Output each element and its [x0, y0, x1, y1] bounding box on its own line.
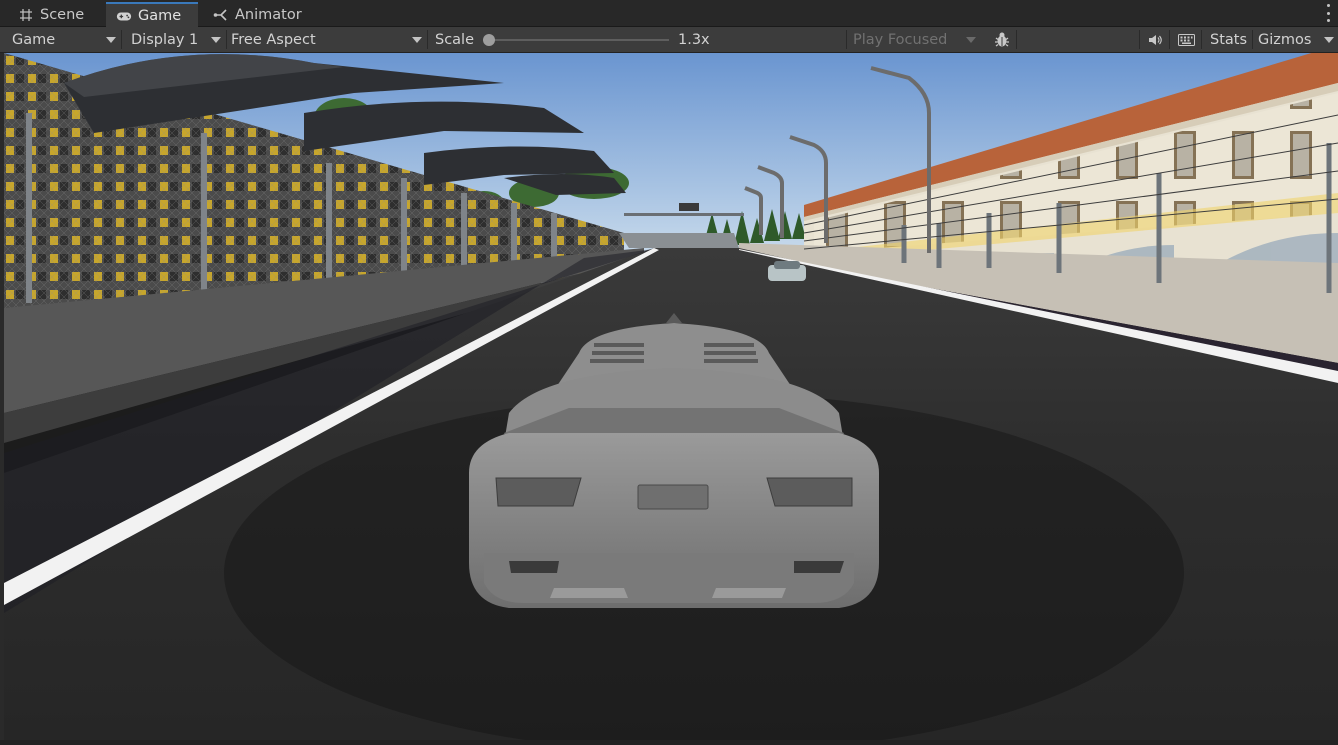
- game-view-toolbar: Game Display 1 Free Aspect Scale 1.3x Pl…: [0, 27, 1338, 53]
- divider: [1201, 30, 1202, 49]
- scale-slider-track[interactable]: [489, 39, 669, 41]
- view-mode-value: Game: [12, 31, 56, 48]
- grid-icon: [18, 8, 34, 22]
- gamepad-icon: [116, 9, 132, 23]
- divider: [1016, 30, 1017, 49]
- tab-scene-label: Scene: [40, 6, 85, 23]
- divider: [1252, 30, 1253, 49]
- editor-tab-bar: Scene Game Animator: [0, 0, 1338, 27]
- game-render: [4, 53, 1338, 740]
- divider: [427, 30, 428, 49]
- view-mode-dropdown[interactable]: Game: [4, 27, 120, 52]
- bug-icon[interactable]: [990, 27, 1014, 52]
- keyboard-icon[interactable]: [1174, 27, 1198, 52]
- panel-bottom-edge: [0, 740, 1338, 745]
- tab-game[interactable]: Game: [106, 2, 198, 27]
- aspect-dropdown[interactable]: Free Aspect: [223, 27, 426, 52]
- animator-icon: [213, 8, 229, 22]
- chevron-down-icon: [211, 37, 221, 43]
- tab-animator[interactable]: Animator: [203, 2, 312, 27]
- gizmos-button[interactable]: Gizmos: [1258, 27, 1311, 52]
- chevron-down-icon: [106, 37, 116, 43]
- display-value: Display 1: [131, 31, 199, 48]
- scale-value: 1.3x: [678, 31, 710, 48]
- game-viewport[interactable]: [4, 53, 1338, 740]
- scale-label: Scale: [435, 31, 475, 48]
- chevron-down-icon: [412, 37, 422, 43]
- kebab-menu-icon[interactable]: [1326, 4, 1330, 22]
- tab-game-label: Game: [138, 7, 182, 24]
- aspect-value: Free Aspect: [231, 31, 316, 48]
- divider: [121, 30, 122, 49]
- tab-scene[interactable]: Scene: [8, 2, 94, 27]
- chevron-down-icon: [966, 37, 976, 43]
- tab-animator-label: Animator: [235, 6, 302, 23]
- play-mode-dropdown[interactable]: Play Focused: [846, 27, 986, 52]
- scale-slider-handle[interactable]: [483, 34, 495, 46]
- speaker-icon[interactable]: [1144, 27, 1166, 52]
- divider: [1169, 30, 1170, 49]
- gizmos-dropdown[interactable]: [1318, 27, 1336, 52]
- stats-button[interactable]: Stats: [1210, 27, 1247, 52]
- divider: [1139, 30, 1140, 49]
- play-mode-value: Play Focused: [853, 31, 948, 48]
- chevron-down-icon: [1324, 37, 1334, 43]
- display-dropdown[interactable]: Display 1: [123, 27, 225, 52]
